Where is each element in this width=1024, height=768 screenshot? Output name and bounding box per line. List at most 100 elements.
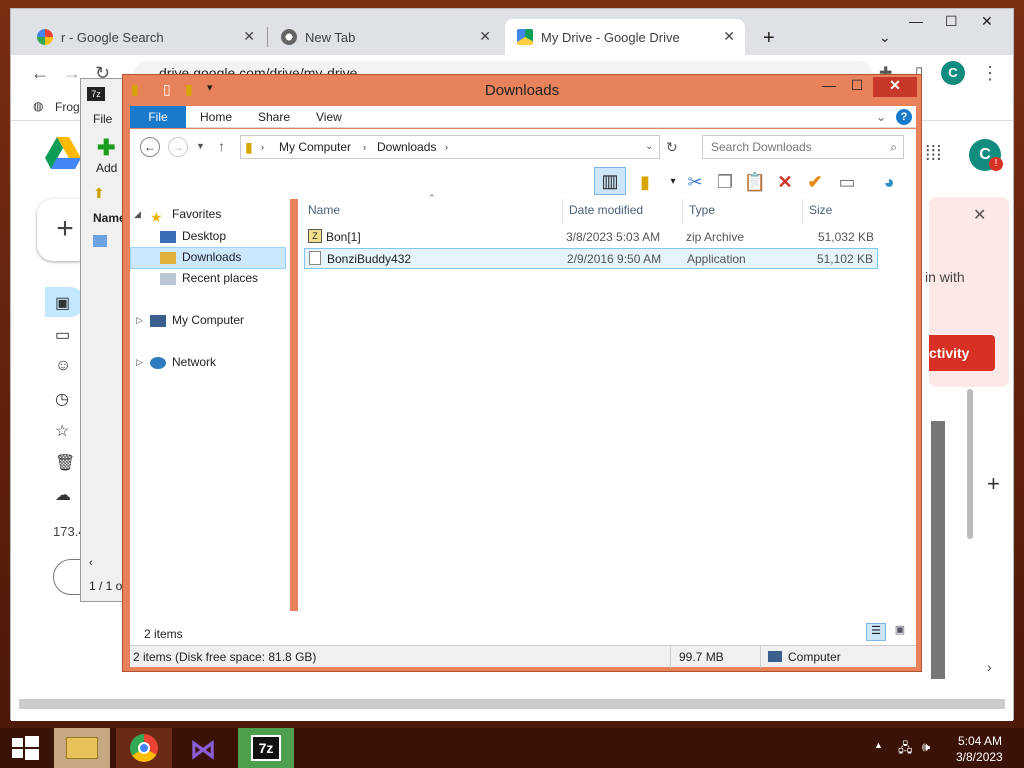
apps-grid-icon[interactable]: ⁞⁞⁞ [925,143,942,166]
close-tab-icon[interactable]: ✕ [243,28,255,45]
column-type[interactable]: Type [689,203,715,217]
column-separator[interactable] [682,199,683,223]
maximize-button[interactable]: ☐ [945,13,958,30]
close-tab-icon[interactable]: ✕ [479,28,491,45]
nav-my-computer[interactable]: My Computer [150,313,244,327]
folder-options-icon[interactable]: ▮ [632,169,658,195]
explorer-titlebar[interactable]: ▮ ▯ ▮ ▾ Downloads — ☐ ✕ [123,75,921,105]
forward-arrow-icon[interactable]: → [63,63,81,84]
close-button[interactable]: ✕ [981,13,993,30]
recent-clock-icon[interactable]: ◷ [55,389,69,409]
column-separator[interactable] [802,199,803,223]
clock-time[interactable]: 5:04 AM [958,734,1002,748]
computers-icon[interactable]: ▭ [55,325,70,345]
shared-people-icon[interactable]: ☺ [55,357,71,375]
expand-chevron-icon[interactable]: › [987,659,992,675]
search-input[interactable]: Search Downloads ⌕ [702,135,904,159]
minimize-button[interactable]: — [817,77,841,97]
expand-arrow-icon[interactable]: ▷ [136,357,143,368]
back-arrow-icon[interactable]: ← [140,137,160,157]
recent-dropdown-icon[interactable]: ▼ [196,141,205,151]
up-folder-icon[interactable]: ⬆ [93,185,105,202]
scrollbar-thumb[interactable] [967,389,973,539]
globe-icon[interactable]: ◕ [876,169,902,195]
expand-arrow-icon[interactable]: ▷ [136,315,143,326]
start-button[interactable] [0,728,56,768]
taskbar-visual-studio[interactable]: ⋈ [176,728,232,768]
expand-arrow-icon[interactable]: ◢ [134,209,141,220]
trash-icon[interactable]: 🗑 [55,453,75,473]
sevenzip-menu-file[interactable]: File [93,112,112,126]
refresh-icon[interactable]: ↻ [666,139,678,156]
up-arrow-icon[interactable]: ↑ [218,138,225,154]
taskbar-chrome[interactable] [116,728,172,768]
network-tray-icon[interactable]: 🖧 [898,739,913,761]
clock-date[interactable]: 3/8/2023 [956,750,1003,764]
tab-home[interactable]: Home [200,110,232,124]
delete-icon[interactable]: ✕ [772,169,798,195]
tab-google-search[interactable]: r - Google Search ✕ [25,19,265,55]
status-bar: 2 items (Disk free space: 81.8 GB) 99.7 … [130,645,916,668]
image-thumbnail [931,421,945,679]
taskbar-7zip[interactable]: 7z [238,728,294,768]
address-dropdown-icon[interactable]: ⌄ [645,136,653,158]
horizontal-scrollbar[interactable] [19,699,1005,709]
menu-kebab-icon[interactable]: ⋮ [981,63,999,84]
file-row-selected[interactable]: BonziBuddy432 2/9/2016 9:50 AM Applicati… [304,248,878,269]
tab-search-chevron-icon[interactable]: ⌄ [879,29,891,46]
add-plus-icon[interactable]: ✚ [97,135,115,161]
tab-view[interactable]: View [316,110,342,124]
nav-recent-places[interactable]: Recent places [160,271,258,285]
nav-network[interactable]: Network [150,355,216,369]
details-view-icon[interactable]: ☰ [866,623,886,641]
address-box[interactable]: ▮ › My Computer › Downloads › ⌄ [240,135,660,159]
column-name[interactable]: Name [308,203,340,217]
file-row[interactable]: Z Bon[1] 3/8/2023 5:03 AM zip Archive 51… [304,227,878,248]
file-name: Bon[1] [326,230,361,244]
column-size[interactable]: Size [809,203,832,217]
status-divider [760,646,761,668]
new-tab-button[interactable]: + [763,27,775,50]
my-drive-icon[interactable]: ▣ [55,293,70,313]
volume-icon[interactable]: 🕪 [922,739,930,755]
bookmark-frog[interactable]: Frog [55,100,80,114]
status-size: 99.7 MB [679,650,724,664]
profile-avatar[interactable]: C [941,61,965,85]
tab-file[interactable]: File [130,106,186,128]
nav-desktop[interactable]: Desktop [160,229,226,243]
scroll-left-icon[interactable]: ‹ [89,557,93,569]
activity-button[interactable]: ctivity [929,335,995,371]
tab-my-drive[interactable]: My Drive - Google Drive ✕ [505,19,745,55]
starred-icon[interactable]: ☆ [55,421,69,441]
ribbon-expand-chevron-icon[interactable]: ⌄ [876,110,886,124]
cut-icon[interactable]: ✂ [682,169,708,195]
add-panel-icon[interactable]: + [987,471,1000,497]
tab-share[interactable]: Share [258,110,290,124]
breadcrumb-my-computer[interactable]: My Computer [279,136,351,158]
column-separator[interactable] [562,199,563,223]
add-label[interactable]: Add [96,161,117,175]
show-hidden-icons-icon[interactable]: ▲ [874,740,883,750]
help-icon[interactable]: ? [896,109,912,125]
rename-icon[interactable]: ▭ [834,169,860,195]
forward-arrow-icon[interactable]: → [168,137,188,157]
copy-icon[interactable]: ❐ [712,169,738,195]
column-date-modified[interactable]: Date modified [569,203,643,217]
storage-cloud-icon[interactable]: ☁ [55,485,71,505]
large-icons-view-icon[interactable]: ▣ [890,623,910,641]
minimize-button[interactable]: — [909,13,923,29]
taskbar-file-explorer[interactable] [54,728,110,768]
preview-pane-icon[interactable]: ▥ [594,167,626,195]
maximize-button[interactable]: ☐ [845,77,869,97]
back-arrow-icon[interactable]: ← [31,63,49,84]
nav-downloads[interactable]: Downloads [160,250,241,264]
breadcrumb-downloads[interactable]: Downloads [377,136,436,158]
close-notification-icon[interactable]: ✕ [973,205,986,225]
paste-icon[interactable]: 📋 [742,169,768,195]
nav-favorites[interactable]: ★ Favorites [150,207,221,225]
close-tab-icon[interactable]: ✕ [723,28,735,45]
tab-new-tab[interactable]: New Tab ✕ [269,19,501,55]
check-icon[interactable]: ✔ [802,169,828,195]
close-button[interactable]: ✕ [873,77,917,97]
sevenzip-col-name[interactable]: Name [93,211,126,225]
